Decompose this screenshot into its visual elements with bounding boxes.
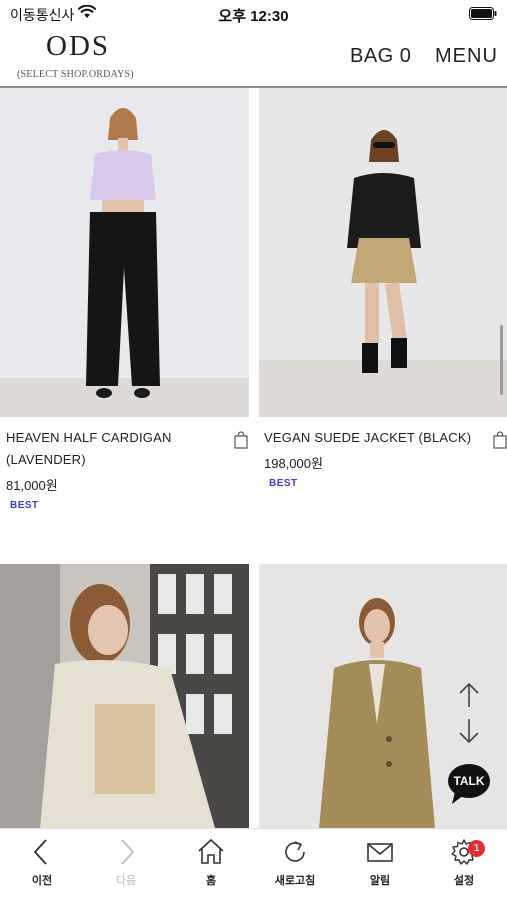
nav-notifications-label: 알림	[369, 875, 391, 887]
talk-label: TALK	[453, 774, 485, 788]
product-image[interactable]	[259, 88, 507, 417]
status-time: 오후 12:30	[218, 8, 289, 25]
nav-back-label: 이전	[31, 875, 53, 887]
nav-settings-button[interactable]: 1 설정	[422, 829, 506, 900]
nav-forward-button[interactable]: 다음	[84, 829, 168, 900]
product-name[interactable]: HEAVEN HALF CARDIGAN (LAVENDER)	[6, 427, 221, 471]
refresh-icon	[285, 841, 305, 862]
battery-icon	[469, 7, 497, 20]
product-card[interactable]: VEGAN SUEDE JACKET (BLACK) 198,000원 BEST	[259, 88, 507, 558]
best-badge: BEST	[269, 478, 298, 489]
product-price: 81,000원	[6, 478, 58, 493]
scroll-top-arrow-icon[interactable]	[458, 681, 480, 709]
chevron-left-icon	[33, 839, 47, 865]
best-badge: BEST	[10, 500, 39, 511]
home-icon	[198, 838, 224, 864]
nav-refresh-label: 새로고침	[274, 875, 316, 887]
nav-home-label: 홈	[205, 875, 217, 887]
status-bar: 이동통신사 오후 12:30	[0, 0, 507, 28]
bag-button[interactable]: BAG 0	[350, 45, 411, 68]
product-image[interactable]	[0, 564, 249, 828]
product-name[interactable]: VEGAN SUEDE JACKET (BLACK)	[264, 427, 479, 449]
product-card[interactable]	[0, 564, 249, 828]
site-logo[interactable]: ODS	[46, 30, 110, 63]
settings-notification-badge: 1	[468, 840, 485, 857]
site-header: ODS (SELECT SHOP.ORDAYS) BAG 0 MENU	[0, 28, 507, 88]
scrollbar[interactable]	[500, 325, 503, 395]
shopping-bag-icon[interactable]	[233, 431, 249, 449]
product-card[interactable]: HEAVEN HALF CARDIGAN (LAVENDER) 81,000원 …	[0, 88, 249, 558]
nav-back-button[interactable]: 이전	[0, 829, 84, 900]
mail-icon	[367, 843, 393, 862]
nav-settings-label: 설정	[453, 875, 475, 887]
menu-button[interactable]: MENU	[435, 45, 498, 68]
nav-forward-label: 다음	[115, 875, 137, 887]
scroll-bottom-arrow-icon[interactable]	[458, 717, 480, 745]
nav-refresh-button[interactable]: 새로고침	[253, 829, 337, 900]
nav-home-button[interactable]: 홈	[169, 829, 253, 900]
site-logo-subtitle: (SELECT SHOP.ORDAYS)	[17, 69, 134, 80]
bottom-navigation: 이전 다음 홈 새로고침 알림 1 설정	[0, 828, 507, 900]
product-grid: HEAVEN HALF CARDIGAN (LAVENDER) 81,000원 …	[0, 88, 507, 828]
product-price: 198,000원	[264, 456, 323, 471]
talk-chat-button[interactable]: TALK	[447, 762, 491, 806]
chevron-right-icon	[121, 839, 135, 865]
nav-notifications-button[interactable]: 알림	[338, 829, 422, 900]
shopping-bag-icon[interactable]	[492, 431, 507, 449]
product-image[interactable]	[0, 88, 249, 417]
